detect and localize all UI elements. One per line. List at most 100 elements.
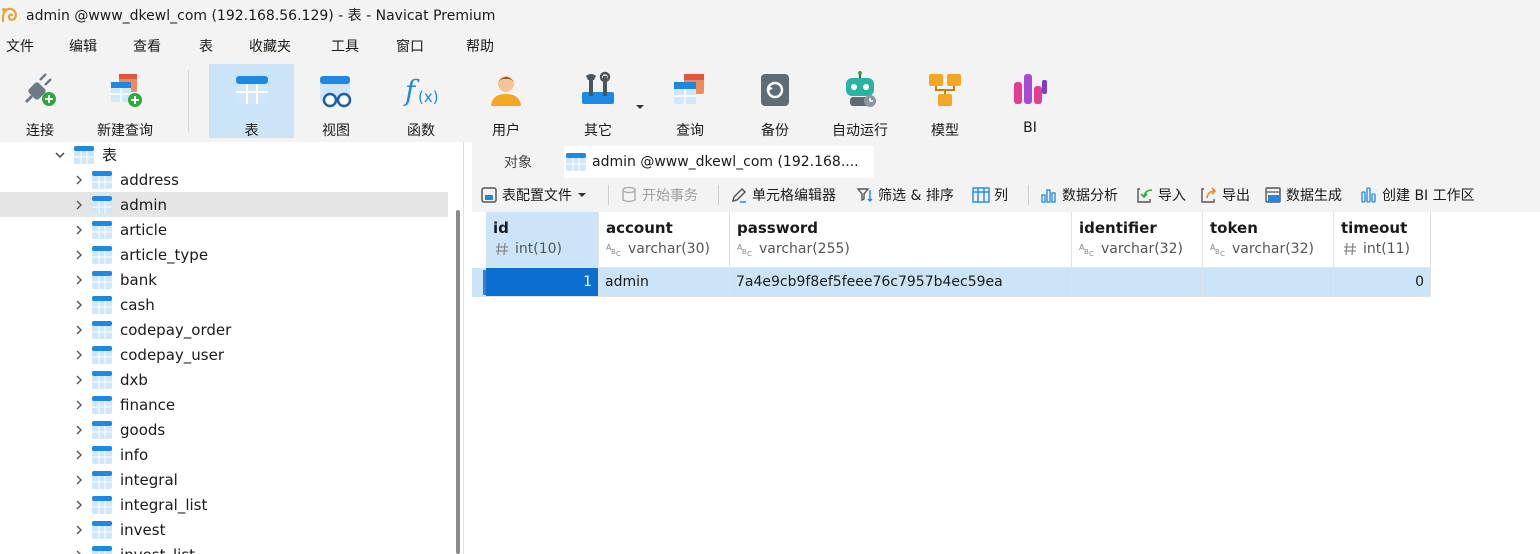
cell-editor-button[interactable]: 单元格编辑器 [730, 183, 836, 207]
user-button[interactable]: 用户 [470, 64, 542, 139]
column-header-identifier[interactable]: identifier A B Cvarchar(32) [1072, 212, 1203, 268]
tab-objects-label: 对象 [504, 155, 532, 171]
table-item-label: admin [120, 195, 167, 214]
table-item-label: invest_list [120, 546, 195, 554]
columns-button[interactable]: 列 [972, 183, 1008, 207]
column-header-id[interactable]: id int(10) [486, 212, 599, 268]
function-button[interactable]: f (x) 函数 [385, 64, 457, 139]
table-item-invest[interactable]: invest [0, 517, 448, 542]
chevron-down-icon [578, 191, 586, 199]
bi-icon [1360, 186, 1378, 204]
menu-table[interactable]: 表 [193, 36, 219, 56]
tab-objects[interactable]: 对象 [472, 146, 564, 178]
table-item-info[interactable]: info [0, 442, 448, 467]
chevron-right-icon[interactable] [73, 274, 85, 286]
table-item-invest-list[interactable]: invest_list [0, 542, 448, 554]
table-item-dxb[interactable]: dxb [0, 367, 448, 392]
menu-tools[interactable]: 工具 [325, 36, 365, 56]
table-item-integral[interactable]: integral [0, 467, 448, 492]
number-type-icon [1341, 241, 1359, 257]
table-item-admin[interactable]: admin [0, 192, 448, 217]
cell-timeout[interactable]: 0 [1334, 268, 1431, 297]
svg-text:C: C [747, 250, 752, 257]
table-item-goods[interactable]: goods [0, 417, 448, 442]
export-button[interactable]: 导出 [1200, 183, 1250, 207]
menu-help[interactable]: 帮助 [460, 36, 500, 56]
table-item-article[interactable]: article [0, 217, 448, 242]
title-bar: admin @www_dkewl_com (192.168.56.129) - … [0, 0, 1540, 30]
user-icon [486, 70, 526, 110]
connect-button[interactable]: 连接 [0, 64, 80, 139]
cell-password[interactable]: 7a4e9cb9f8ef5feee76c7957b4ec59ea [730, 268, 1072, 297]
cell-account[interactable]: admin [599, 268, 730, 297]
menu-window[interactable]: 窗口 [390, 36, 430, 56]
menu-view[interactable]: 查看 [127, 36, 167, 56]
column-header-password[interactable]: password A B Cvarchar(255) [730, 212, 1072, 268]
other-button[interactable]: 其它 [562, 64, 634, 139]
cell-identifier[interactable] [1072, 268, 1203, 297]
chevron-right-icon[interactable] [73, 324, 85, 336]
chevron-right-icon[interactable] [73, 224, 85, 236]
cell-token[interactable] [1203, 268, 1334, 297]
toolbar-separator [718, 185, 719, 205]
import-button[interactable]: 导入 [1136, 183, 1186, 207]
table-item-address[interactable]: address [0, 167, 448, 192]
column-type-label: varchar(32) [1232, 241, 1314, 257]
create-bi-workspace-button[interactable]: 创建 BI 工作区 [1360, 183, 1475, 207]
chevron-right-icon[interactable] [73, 524, 85, 536]
tables-group-label: 表 [102, 146, 118, 164]
view-button[interactable]: 视图 [300, 64, 372, 139]
data-generation-button[interactable]: 数据生成 [1264, 183, 1342, 207]
table-item-article-type[interactable]: article_type [0, 242, 448, 267]
chevron-right-icon[interactable] [73, 199, 85, 211]
table-item-cash[interactable]: cash [0, 292, 448, 317]
menu-edit[interactable]: 编辑 [63, 36, 103, 56]
table-item-codepay-user[interactable]: codepay_user [0, 342, 448, 367]
table-item-integral-list[interactable]: integral_list [0, 492, 448, 517]
chevron-right-icon[interactable] [73, 424, 85, 436]
column-header-timeout[interactable]: timeout int(11) [1334, 212, 1431, 268]
column-header-token[interactable]: token A B Cvarchar(32) [1203, 212, 1334, 268]
profile-icon [480, 186, 498, 204]
filter-sort-button[interactable]: 筛选 & 排序 [856, 183, 954, 207]
chevron-right-icon[interactable] [73, 349, 85, 361]
chevron-right-icon[interactable] [73, 174, 85, 186]
data-grid: id int(10) account A B Cvarchar(30) password A B… [472, 212, 1540, 554]
pane-divider[interactable] [463, 142, 464, 554]
chevron-right-icon[interactable] [73, 399, 85, 411]
chevron-down-icon[interactable] [54, 149, 66, 161]
column-type: A B Cvarchar(32) [1079, 241, 1183, 257]
model-icon [925, 70, 965, 110]
chevron-right-icon[interactable] [73, 299, 85, 311]
chevron-right-icon[interactable] [73, 549, 85, 554]
table-item-codepay-order[interactable]: codepay_order [0, 317, 448, 342]
chevron-right-icon[interactable] [73, 249, 85, 261]
backup-button[interactable]: 备份 [739, 64, 811, 139]
column-header-account[interactable]: account A B Cvarchar(30) [599, 212, 730, 268]
chevron-right-icon[interactable] [73, 474, 85, 486]
profile-button[interactable]: 表配置文件 [480, 183, 586, 207]
column-type: int(10) [493, 241, 562, 257]
navigator-scrollbar[interactable] [456, 210, 460, 554]
other-dropdown-arrow-icon[interactable] [636, 96, 644, 109]
tab-admin-table[interactable]: admin @www_dkewl_com (192.168.... [564, 146, 874, 178]
menu-file[interactable]: 文件 [0, 36, 40, 56]
table-item-finance[interactable]: finance [0, 392, 448, 417]
begin-transaction-button[interactable]: 开始事务 [620, 183, 698, 207]
chevron-right-icon[interactable] [73, 499, 85, 511]
new-query-button[interactable]: 新建查询 [86, 64, 164, 139]
model-button[interactable]: 模型 [909, 64, 981, 139]
table-item-bank[interactable]: bank [0, 267, 448, 292]
query-button[interactable]: 查询 [654, 64, 726, 139]
table-button[interactable]: 表 [209, 64, 294, 139]
automation-button[interactable]: 自动运行 [824, 64, 896, 139]
tables-group[interactable]: 表 [0, 142, 448, 167]
menu-favorites[interactable]: 收藏夹 [243, 36, 297, 56]
row-indicator[interactable] [472, 268, 486, 297]
data-analysis-button[interactable]: 数据分析 [1040, 183, 1118, 207]
chevron-right-icon[interactable] [73, 449, 85, 461]
bi-button[interactable]: BI [994, 64, 1066, 138]
column-type: A B Cvarchar(30) [606, 241, 710, 257]
chevron-right-icon[interactable] [73, 374, 85, 386]
cell-id[interactable]: 1 [486, 268, 599, 297]
